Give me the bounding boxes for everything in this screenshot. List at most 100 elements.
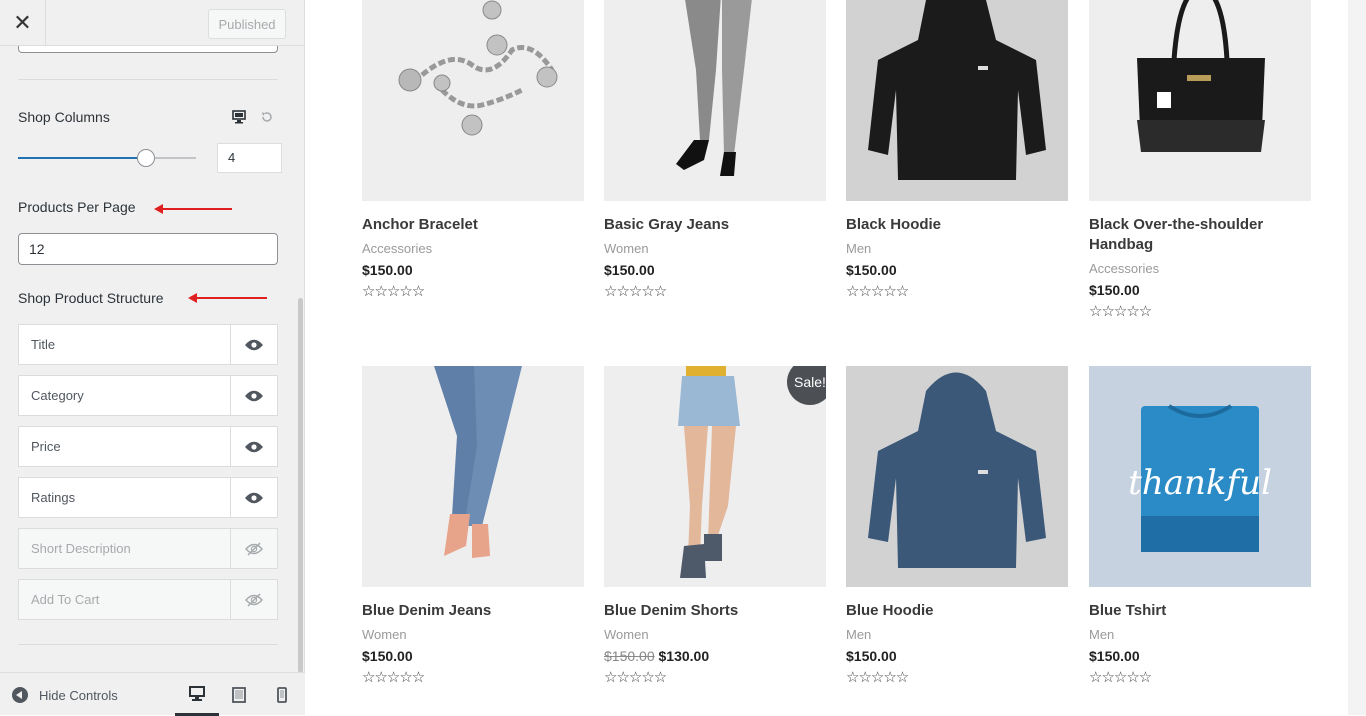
product-card[interactable]: Anchor Bracelet Accessories $150.00 ☆☆☆☆☆ [362,0,584,300]
structure-item-label[interactable]: Ratings [19,478,231,517]
shop-columns-input[interactable]: 4 [217,143,282,173]
product-title[interactable]: Blue Hoodie [846,601,1068,621]
mobile-icon [277,686,287,703]
products-per-page-input[interactable]: 12 [18,233,278,265]
product-title[interactable]: Blue Tshirt [1089,601,1311,621]
close-button[interactable]: ✕ [0,0,46,46]
product-price: $150.00 [846,648,1068,664]
publish-button[interactable]: Published [208,9,286,39]
close-icon: ✕ [13,10,32,36]
eye-icon [245,390,263,401]
annotation-arrow [188,293,267,303]
annotation-arrow [154,204,232,214]
structure-item[interactable]: Add To Cart [18,579,278,620]
device-desktop-button[interactable] [175,673,219,716]
product-title[interactable]: Blue Denim Jeans [362,601,584,621]
structure-item[interactable]: Short Description [18,528,278,569]
rating-stars-icon: ☆☆☆☆☆ [362,282,425,300]
slider-thumb[interactable] [137,149,156,167]
preview-scroll-gutter [1348,0,1366,715]
product-card[interactable]: Black Hoodie Men $150.00 ☆☆☆☆☆ [846,0,1068,300]
shop-product-structure-label: Shop Product Structure [18,290,164,306]
product-image[interactable] [1089,0,1311,201]
product-price: $150.00 [846,262,1068,278]
product-category[interactable]: Women [604,241,826,256]
product-card[interactable]: Sale! Blue Denim Shorts Women $150.00 $130.… [604,366,826,686]
rating-stars-icon: ☆☆☆☆☆ [604,282,667,300]
product-category[interactable]: Accessories [362,241,584,256]
product-current-price: $150.00 [362,262,413,278]
reset-icon[interactable] [260,110,274,124]
shop-columns-slider[interactable] [18,149,196,167]
products-per-page-label: Products Per Page [18,199,136,215]
product-card[interactable]: thankful Blue Tshirt Men $150.00 ☆☆☆☆☆ [1089,366,1311,686]
product-price: $150.00 [1089,282,1311,298]
eye-icon [245,339,263,350]
product-image[interactable] [846,366,1068,587]
product-card[interactable]: Basic Gray Jeans Women $150.00 ☆☆☆☆☆ [604,0,826,300]
structure-item[interactable]: Ratings [18,477,278,518]
rating-stars-icon: ☆☆☆☆☆ [1089,302,1152,320]
rating-stars-icon: ☆☆☆☆☆ [604,668,667,686]
rating-stars-icon: ☆☆☆☆☆ [846,282,909,300]
product-card[interactable]: Blue Denim Jeans Women $150.00 ☆☆☆☆☆ [362,366,584,686]
product-current-price: $150.00 [846,648,897,664]
product-category[interactable]: Women [604,627,826,642]
product-image[interactable]: Sale! [604,366,826,587]
device-mobile-button[interactable] [260,673,304,716]
structure-item-label[interactable]: Price [19,427,231,466]
customizer-sidebar: ✕ Published Shop Columns 4 Products Per … [0,0,305,716]
structure-item-label[interactable]: Short Description [19,529,231,568]
product-title[interactable]: Basic Gray Jeans [604,215,826,235]
structure-item-label[interactable]: Add To Cart [19,580,231,619]
product-title[interactable]: Black Hoodie [846,215,1068,235]
tshirt-print-text: thankful [1128,463,1272,503]
product-category[interactable]: Men [846,627,1068,642]
device-tablet-button[interactable] [217,673,261,716]
product-image[interactable] [362,0,584,201]
product-price: $150.00 [604,262,826,278]
product-card[interactable]: Blue Hoodie Men $150.00 ☆☆☆☆☆ [846,366,1068,686]
product-price: $150.00 $130.00 [604,648,826,664]
rating-stars-icon: ☆☆☆☆☆ [846,668,909,686]
structure-item-label[interactable]: Title [19,325,231,364]
product-title[interactable]: Anchor Bracelet [362,215,584,235]
collapse-icon [12,687,28,703]
product-image[interactable] [846,0,1068,201]
hide-controls-label: Hide Controls [39,687,118,703]
sidebar-scrollbar[interactable] [298,298,303,673]
product-price: $150.00 [1089,648,1311,664]
eye-icon [245,492,263,503]
structure-item[interactable]: Title [18,324,278,365]
product-card[interactable]: Black Over-the-shoulder Handbag Accessori… [1089,0,1311,320]
visibility-toggle-button[interactable] [231,580,277,619]
product-price: $150.00 [362,648,584,664]
product-title[interactable]: Black Over-the-shoulder Handbag [1089,215,1311,255]
section-divider [18,644,278,645]
product-image[interactable] [362,366,584,587]
desktop-responsive-icon[interactable] [232,110,246,124]
visibility-toggle-button[interactable] [231,376,277,415]
product-category[interactable]: Women [362,627,584,642]
structure-item-label[interactable]: Category [19,376,231,415]
product-image[interactable] [604,0,826,201]
visibility-toggle-button[interactable] [231,427,277,466]
visibility-toggle-button[interactable] [231,529,277,568]
product-category[interactable]: Men [1089,627,1311,642]
product-current-price: $130.00 [658,648,710,664]
previous-field-input[interactable] [18,46,278,53]
product-category[interactable]: Accessories [1089,261,1311,276]
product-title[interactable]: Blue Denim Shorts [604,601,826,621]
visibility-toggle-button[interactable] [231,478,277,517]
rating-stars-icon: ☆☆☆☆☆ [1089,668,1152,686]
product-price: $150.00 [362,262,584,278]
structure-item[interactable]: Price [18,426,278,467]
eye-icon [245,441,263,452]
structure-item[interactable]: Category [18,375,278,416]
product-image[interactable]: thankful [1089,366,1311,587]
customizer-footer: Hide Controls [0,672,305,716]
visibility-toggle-button[interactable] [231,325,277,364]
product-category[interactable]: Men [846,241,1068,256]
hide-controls-button[interactable]: Hide Controls [12,687,118,703]
product-current-price: $150.00 [604,262,655,278]
